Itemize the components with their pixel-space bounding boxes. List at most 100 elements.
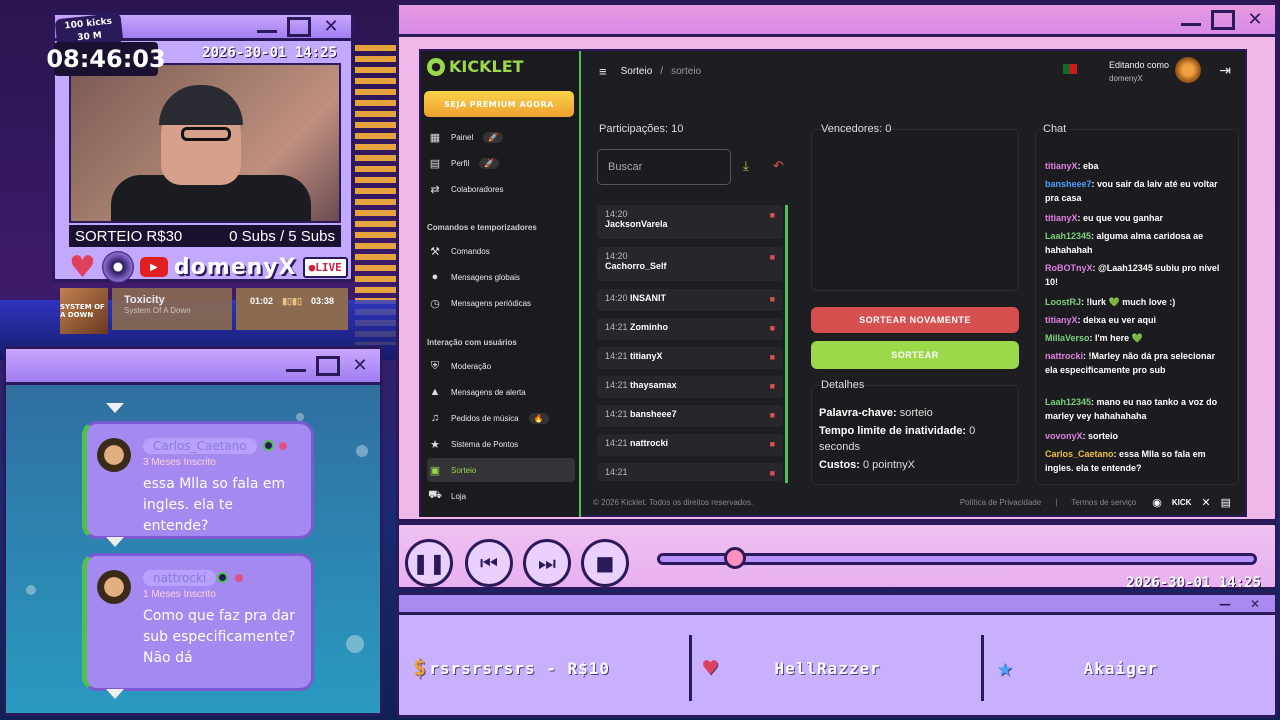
logout-icon[interactable]: ⇥: [1219, 63, 1231, 79]
sidebar-item-pedidos-musica[interactable]: ♫ Pedidos de música 🔥: [427, 406, 575, 430]
maximize-icon[interactable]: [1211, 9, 1235, 30]
x-icon[interactable]: ✕: [1201, 496, 1210, 509]
chat-user[interactable]: bansheee7: [1045, 179, 1092, 189]
close-icon[interactable]: ✕: [350, 355, 370, 376]
chat-user[interactable]: Laah12345: [1045, 397, 1091, 407]
logo-text: KICKLET: [449, 57, 524, 76]
progress-track[interactable]: [657, 553, 1257, 565]
discord-icon[interactable]: ◉: [1152, 496, 1162, 509]
pause-icon[interactable]: ❚❚: [405, 539, 453, 587]
live-badge: ●LIVE: [302, 256, 348, 278]
trash-icon[interactable]: ■: [770, 323, 775, 333]
kicklet-logo[interactable]: ● KICKLET: [427, 57, 524, 76]
song-artist: System Of A Down: [124, 306, 191, 315]
sidebar-item-moderacao[interactable]: ⛨ Moderação: [427, 354, 575, 378]
progress-knob[interactable]: [724, 547, 746, 569]
badge-icon: [279, 442, 287, 450]
chat-line: MillaVerso: I'm here 💚: [1045, 331, 1229, 345]
chat-user[interactable]: Carlos_Caetano: [1045, 449, 1114, 459]
sidebar-item-sorteio[interactable]: ▣ Sorteio: [427, 458, 575, 482]
trash-icon[interactable]: ■: [770, 352, 775, 362]
chat-line: LoostRJ: !lurk 💚 much love :): [1045, 295, 1229, 309]
search-input[interactable]: Buscar: [597, 149, 731, 185]
chat-line: RoBOTnyX: @Laah12345 subiu pro nível 10!: [1045, 261, 1229, 289]
redraw-button[interactable]: SORTEAR NOVAMENTE: [811, 307, 1019, 333]
breadcrumb-root[interactable]: Sorteio: [621, 66, 653, 77]
live-label: LIVE: [315, 260, 342, 274]
chat-user[interactable]: RoBOTnyX: [1045, 263, 1093, 273]
sidebar-item-mensagens-periodicas[interactable]: ◷ Mensagens periódicas: [427, 291, 575, 315]
privacy-link[interactable]: Política de Privacidade: [960, 498, 1041, 507]
chat-user[interactable]: vovonyX: [1045, 431, 1083, 441]
participant-time: 14:21: [605, 409, 628, 419]
chat-user[interactable]: MillaVerso: [1045, 333, 1090, 343]
chat-text: deixa eu ver aqui: [1083, 315, 1157, 325]
trash-icon[interactable]: ■: [770, 252, 775, 262]
participant-time: 14:20: [605, 251, 628, 261]
sidebar-item-perfil[interactable]: ▤ Perfil 🚀: [427, 151, 575, 175]
kick-icon[interactable]: KICK: [1172, 498, 1192, 507]
song-total: 03:38: [310, 296, 334, 306]
bubble-decoration: [26, 585, 36, 595]
sidebar-item-pontos[interactable]: ★ Sistema de Pontos: [427, 432, 575, 456]
trash-icon[interactable]: ■: [770, 294, 775, 304]
minimize-icon[interactable]: [1181, 14, 1201, 26]
document-icon[interactable]: ▤: [1221, 496, 1231, 509]
chat-user[interactable]: titianyX: [1045, 315, 1078, 325]
terms-link[interactable]: Termos de serviço: [1071, 498, 1136, 507]
next-icon[interactable]: ⏭: [523, 539, 571, 587]
winners-panel: [811, 129, 1019, 291]
portugal-flag-icon[interactable]: [1063, 64, 1077, 74]
channel-footer: ♥ ▶ domenyX ●LIVE: [69, 250, 349, 285]
detail-key: Tempo limite de inatividade:: [819, 425, 967, 437]
draw-button[interactable]: SORTEAR: [811, 341, 1019, 369]
user-avatar[interactable]: [1175, 57, 1201, 83]
webcam-feed: [69, 63, 341, 223]
close-icon[interactable]: ✕: [1245, 9, 1265, 30]
menu-icon[interactable]: ≡: [599, 64, 607, 79]
close-icon[interactable]: ✕: [321, 16, 341, 37]
chat-overlay-window: ✕ Carlos_Caetano 3 Meses Inscrito essa M…: [3, 346, 383, 716]
sidebar-item-mensagens-globais[interactable]: ● Mensagens globais: [427, 265, 575, 289]
chat-title: Chat: [1043, 123, 1067, 135]
sidebar-item-loja[interactable]: ⛟ Loja: [427, 484, 575, 508]
participants-scrollbar[interactable]: [785, 205, 788, 483]
gift-icon: ▣: [429, 464, 441, 477]
close-icon[interactable]: ✕: [1245, 594, 1265, 614]
premium-button[interactable]: SEJA PREMIUM AGORA: [424, 91, 574, 117]
chat-user[interactable]: Laah12345: [1045, 231, 1091, 241]
chat-user[interactable]: nattrocki: [1045, 351, 1083, 361]
trash-icon[interactable]: ■: [770, 381, 775, 391]
stop-icon[interactable]: ■: [581, 539, 629, 587]
minimize-icon[interactable]: [286, 360, 306, 372]
previous-icon[interactable]: ⏮: [465, 539, 513, 587]
maximize-icon[interactable]: [316, 355, 340, 376]
download-icon[interactable]: ⤓: [743, 159, 749, 174]
section-title-commands: Comandos e temporizadores: [427, 223, 537, 232]
chat-text: sorteio: [1088, 431, 1119, 441]
sidebar-item-alertas[interactable]: ▲ Mensagens de alerta: [427, 380, 575, 404]
chat-user[interactable]: titianyX: [1045, 161, 1078, 171]
trash-icon[interactable]: ■: [770, 439, 775, 449]
chat-user[interactable]: titianyX: [1045, 213, 1078, 223]
trash-icon[interactable]: ■: [770, 210, 775, 220]
maximize-icon[interactable]: [287, 16, 311, 37]
minimize-icon[interactable]: [257, 21, 277, 33]
editing-label: Editando como: [1108, 60, 1169, 70]
minimize-icon[interactable]: —: [1215, 594, 1235, 614]
kicklet-window: ✕ ● KICKLET SEJA PREMIUM AGORA ▦ Painel …: [396, 2, 1278, 522]
bubble-tail: [106, 689, 124, 699]
sidebar-item-label: Sistema de Pontos: [451, 439, 519, 449]
trash-icon[interactable]: ■: [770, 410, 775, 420]
chat-user[interactable]: LoostRJ: [1045, 297, 1081, 307]
now-playing: SYSTEM OF A DOWN Toxicity System Of A Do…: [60, 288, 350, 334]
cart-icon: ⛟: [428, 489, 442, 501]
breadcrumb-current: sorteio: [671, 65, 702, 77]
divider: [689, 635, 692, 701]
sidebar-item-painel[interactable]: ▦ Painel 🚀: [427, 125, 575, 149]
undo-icon[interactable]: ↶: [773, 159, 784, 174]
chat-bubble: nattrocki 1 Meses Inscrito Como que faz …: [82, 553, 314, 691]
sidebar-item-comandos[interactable]: ⚒ Comandos: [427, 239, 575, 263]
trash-icon[interactable]: ■: [770, 468, 775, 478]
sidebar-item-colaboradores[interactable]: ⇄ Colaboradores: [427, 177, 575, 201]
